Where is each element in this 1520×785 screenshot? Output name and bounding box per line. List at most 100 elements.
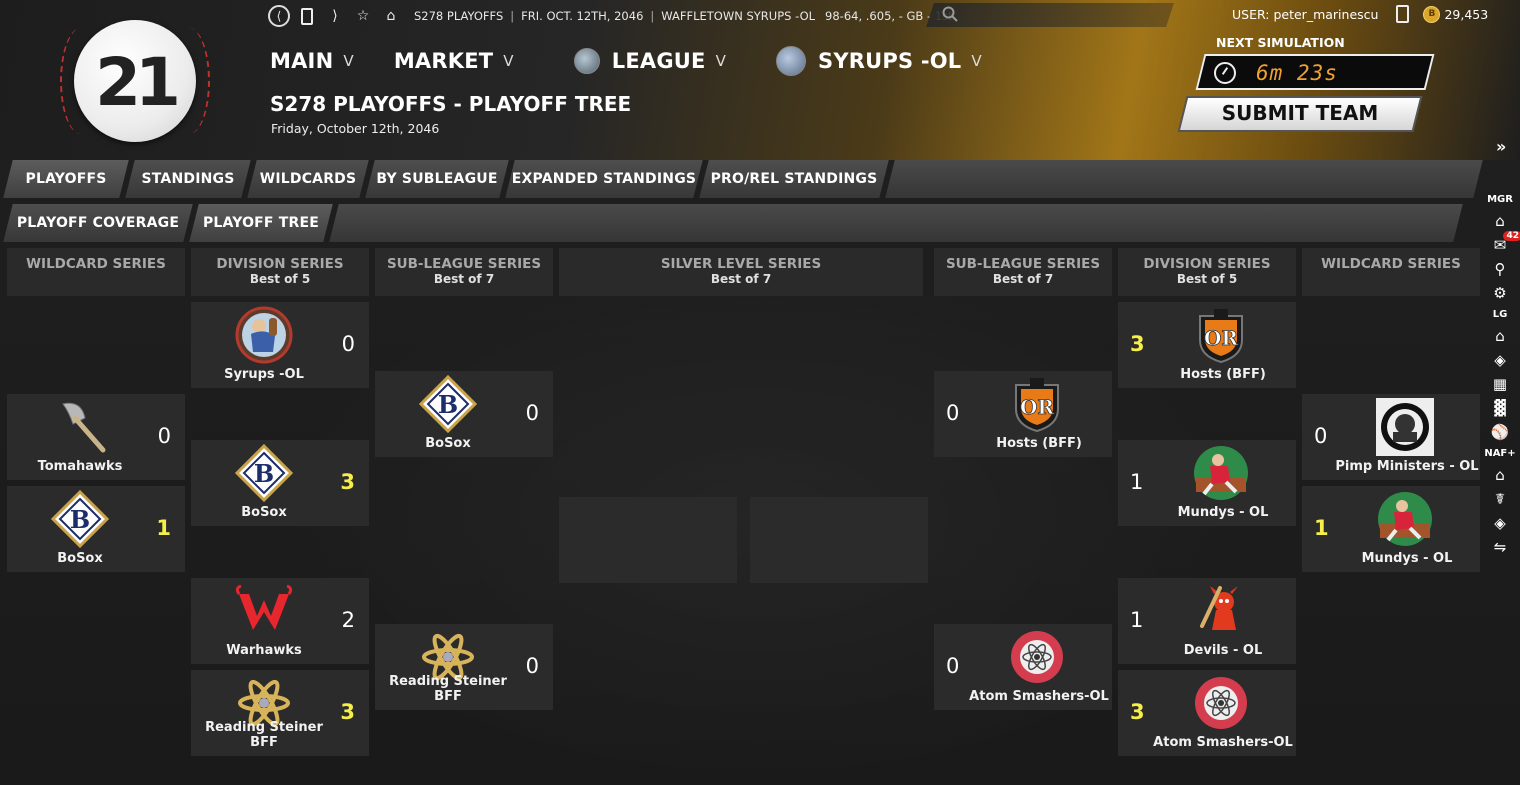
bracket-team-card[interactable]: 3 Hosts (BFF)	[1118, 302, 1296, 388]
chart-icon[interactable]: ▓	[1484, 396, 1516, 420]
team-name: Devils - OL	[1183, 643, 1263, 658]
team-name: BoSox	[425, 436, 471, 451]
tab-row-filler	[329, 204, 1463, 242]
bracket-team-card[interactable]: 0 Pimp Ministers - OL	[1302, 394, 1480, 480]
bracket-team-card[interactable]: 1 Mundys - OL	[1302, 486, 1480, 572]
home-icon[interactable]: ⌂	[1484, 463, 1516, 487]
bracket-team-card[interactable]: 1 Mundys - OL	[1118, 440, 1296, 526]
tab-expanded-standings[interactable]: EXPANDED STANDINGS	[505, 160, 703, 198]
context-label: S278 PLAYOFFS	[414, 9, 504, 23]
team-logo-icon	[776, 46, 807, 76]
bracket-team-card[interactable]: 0 Tomahawks	[7, 394, 185, 480]
bracket-team-card[interactable]: 2 Warhawks	[191, 578, 369, 664]
tab-label: BY SUBLEAGUE	[376, 171, 498, 187]
news-icon[interactable]: ▦	[1484, 372, 1516, 396]
column-subtitle: Best of 7	[710, 272, 772, 286]
bracket-team-card[interactable]: 0 Hosts (BFF)	[934, 371, 1112, 457]
bracket-team-card[interactable]: 0 BoSox	[375, 371, 553, 457]
series-score: 0	[946, 654, 960, 678]
team-name: Tomahawks	[37, 459, 123, 474]
column-header-subleague-left: SUB-LEAGUE SERIES Best of 7	[375, 248, 553, 296]
bracket-team-card[interactable]: 1 Devils - OL	[1118, 578, 1296, 664]
tab-playoff-coverage[interactable]: PLAYOFF COVERAGE	[3, 204, 193, 242]
series-score: 2	[341, 608, 355, 632]
user-bar: USER: peter_marinescu B 29,453	[1232, 5, 1488, 23]
team-name: Mundys - OL	[1177, 505, 1269, 520]
bracket-team-card[interactable]: 0 Syrups -OL	[191, 302, 369, 388]
column-title: SILVER LEVEL SERIES	[660, 256, 822, 272]
phone-icon[interactable]	[296, 5, 318, 27]
page-title: S278 PLAYOFFS - PLAYOFF TREE	[270, 92, 632, 116]
menu-market-label: MARKET	[393, 49, 494, 73]
chevron-down-icon: V	[971, 52, 982, 70]
tab-by-subleague[interactable]: BY SUBLEAGUE	[365, 160, 509, 198]
forward-icon[interactable]: ⟩	[324, 5, 346, 27]
tab-wildcards[interactable]: WILDCARDS	[247, 160, 369, 198]
bracket-team-card[interactable]: 0 Reading Steiner BFF	[375, 624, 553, 710]
column-subtitle: Best of 5	[1176, 272, 1238, 286]
home-icon[interactable]: ⌂	[1484, 209, 1516, 233]
double-chevron-right-icon[interactable]: »	[1496, 137, 1506, 156]
column-header-wildcard-right: WILDCARD SERIES	[1302, 248, 1480, 296]
gear-icon[interactable]: ⚙	[1484, 281, 1516, 305]
tab-row-secondary: PLAYOFF COVERAGE PLAYOFF TREE	[3, 204, 1463, 242]
column-subtitle: Best of 7	[992, 272, 1054, 286]
bracket-team-card[interactable]: 3 Atom Smashers-OL	[1118, 670, 1296, 756]
menu-league[interactable]: LEAGUE V	[612, 49, 726, 73]
bracket-team-card[interactable]: 0 Atom Smashers-OL	[934, 624, 1112, 710]
tab-label: PLAYOFF COVERAGE	[16, 215, 180, 231]
tab-pro-rel-standings[interactable]: PRO/REL STANDINGS	[699, 160, 889, 198]
search-icon[interactable]	[942, 6, 958, 22]
series-score: 0	[525, 401, 539, 425]
search-input[interactable]	[926, 3, 1174, 27]
mundys-logo-icon	[1192, 444, 1250, 502]
column-title: SUB-LEAGUE SERIES	[945, 256, 1101, 272]
chevron-down-icon: V	[343, 52, 354, 70]
diamond-icon[interactable]: ◈	[1484, 511, 1516, 535]
back-circle-icon[interactable]: ⟨	[268, 5, 290, 27]
series-score: 1	[1130, 470, 1144, 494]
devils-logo-icon	[1200, 584, 1240, 632]
series-score: 0	[341, 332, 355, 356]
column-title: SUB-LEAGUE SERIES	[386, 256, 542, 272]
bosox-logo-icon	[419, 375, 477, 433]
league-logo-icon	[573, 48, 600, 74]
bracket-team-card[interactable]: 3 BoSox	[191, 440, 369, 526]
chevron-down-icon: V	[715, 52, 727, 70]
mail-badge: 42	[1503, 231, 1520, 241]
menu-main[interactable]: MAIN V	[270, 49, 354, 73]
bracket-team-card[interactable]: 3 Reading Steiner BFF	[191, 670, 369, 756]
mail-icon[interactable]: ✉ 42	[1484, 231, 1520, 257]
bracket-team-card[interactable]: 1 BoSox	[7, 486, 185, 572]
home-icon[interactable]: ⌂	[1484, 324, 1516, 348]
team-name: Mundys - OL	[1361, 551, 1453, 566]
tab-playoff-tree[interactable]: PLAYOFF TREE	[189, 204, 333, 242]
menu-team-label: SYRUPS -OL	[818, 49, 962, 73]
series-score: 3	[340, 700, 355, 724]
team-name[interactable]: WAFFLETOWN SYRUPS -OL	[661, 9, 815, 23]
next-simulation-label: NEXT SIMULATION	[1216, 35, 1345, 50]
stethoscope-icon[interactable]: ☤	[1484, 487, 1516, 511]
username[interactable]: USER: peter_marinescu	[1232, 7, 1378, 22]
tab-standings[interactable]: STANDINGS	[125, 160, 251, 198]
bosox-logo-icon	[235, 444, 293, 502]
pimp-ministers-logo-icon	[1376, 398, 1434, 456]
column-header-silver: SILVER LEVEL SERIES Best of 7	[559, 248, 923, 296]
transfer-icon[interactable]: ⇋	[1484, 535, 1516, 559]
search-icon[interactable]: ⚲	[1484, 257, 1516, 281]
submit-team-button[interactable]: SUBMIT TEAM	[1182, 101, 1418, 125]
baseball-icon[interactable]: ⚾	[1484, 420, 1516, 444]
team-name: Atom Smashers-OL	[1153, 735, 1293, 750]
phone-icon[interactable]	[1396, 5, 1410, 23]
team-name: Reading Steiner BFF	[389, 674, 507, 704]
star-icon[interactable]: ☆	[352, 5, 374, 27]
home-icon[interactable]: ⌂	[380, 5, 402, 27]
diamond-icon[interactable]: ◈	[1484, 348, 1516, 372]
menu-team[interactable]: SYRUPS -OL V	[818, 49, 982, 73]
column-header-subleague-right: SUB-LEAGUE SERIES Best of 7	[934, 248, 1112, 296]
series-score: 0	[1314, 424, 1328, 448]
tab-playoffs[interactable]: PLAYOFFS	[3, 160, 129, 198]
series-score: 3	[1130, 700, 1145, 724]
menu-market[interactable]: MARKET V	[394, 49, 514, 73]
game-logo[interactable]: 21	[60, 20, 210, 142]
